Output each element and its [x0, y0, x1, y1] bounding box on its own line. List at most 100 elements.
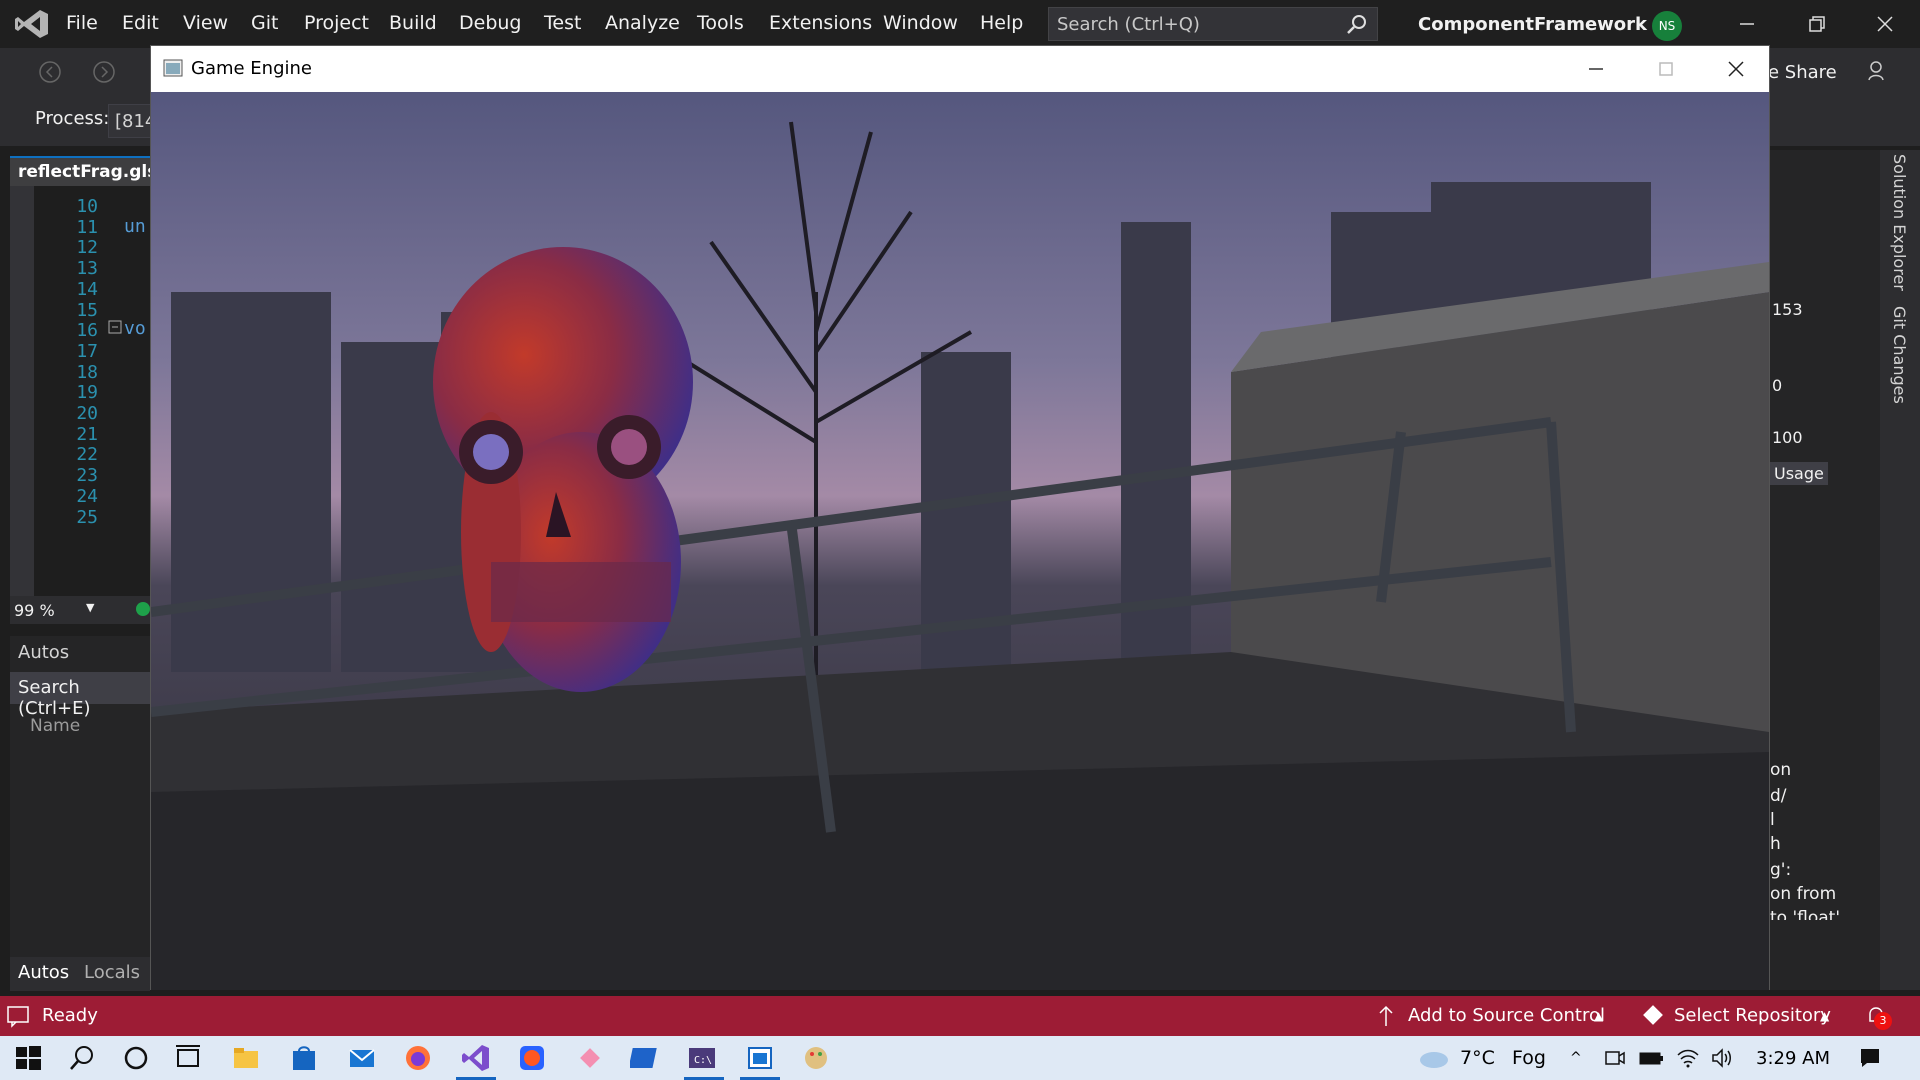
visual-studio-logo-icon[interactable] [14, 8, 50, 40]
select-repository-button[interactable]: Select Repository [1674, 1005, 1831, 1026]
game-minimize-icon[interactable] [1583, 56, 1609, 82]
menu-tools[interactable]: Tools [697, 12, 744, 34]
editor-tab[interactable]: reflectFrag.glsl [10, 156, 163, 186]
wifi-icon[interactable] [1676, 1046, 1700, 1070]
menu-git[interactable]: Git [251, 12, 278, 34]
menu-project[interactable]: Project [304, 12, 369, 34]
minimize-icon[interactable] [1733, 10, 1761, 38]
search-icon[interactable] [66, 1042, 98, 1074]
tray-overflow-icon[interactable]: ^ [1570, 1050, 1582, 1066]
menu-window[interactable]: Window [883, 12, 958, 34]
line-number: 11 [76, 216, 98, 238]
visual-studio-icon[interactable] [460, 1042, 492, 1074]
zoom-level[interactable]: 99 % [14, 601, 55, 620]
game-engine-window[interactable]: Game Engine [150, 45, 1770, 990]
weather-condition[interactable]: Fog [1512, 1047, 1546, 1069]
app-icon-diamond[interactable] [574, 1042, 606, 1074]
mail-icon[interactable] [346, 1042, 378, 1074]
game-render-viewport[interactable] [151, 92, 1769, 990]
zoom-dropdown-icon[interactable]: ▼ [86, 601, 94, 614]
menu-build[interactable]: Build [389, 12, 437, 34]
usage-tab[interactable]: Usage [1770, 462, 1828, 485]
caret-up-icon[interactable]: ▲ [1594, 1009, 1603, 1023]
line-number: 19 [76, 382, 98, 404]
menu-extensions[interactable]: Extensions [769, 12, 872, 34]
cortana-icon[interactable] [120, 1042, 152, 1074]
search-input[interactable]: Search (Ctrl+Q) [1048, 7, 1378, 41]
game-close-icon[interactable] [1723, 56, 1749, 82]
app-icon-orange[interactable] [516, 1042, 548, 1074]
menu-help[interactable]: Help [980, 12, 1023, 34]
menu-analyze[interactable]: Analyze [605, 12, 680, 34]
game-window-title: Game Engine [191, 58, 312, 79]
weather-cloud-icon[interactable] [1414, 1046, 1450, 1070]
line-number: 18 [76, 361, 98, 383]
weather-temperature[interactable]: 7°C [1460, 1047, 1495, 1069]
caret-up-icon[interactable]: ▲ [1820, 1009, 1829, 1023]
menu-test[interactable]: Test [544, 12, 581, 34]
live-share-button[interactable]: e Share [1768, 62, 1837, 83]
line-number: 12 [76, 237, 98, 259]
debug-tabs: Autos Locals [10, 957, 150, 991]
firefox-icon[interactable] [402, 1042, 434, 1074]
feedback-icon[interactable] [1866, 58, 1892, 84]
restore-icon[interactable] [1802, 10, 1830, 38]
paint-app-icon[interactable] [800, 1042, 832, 1074]
close-icon[interactable] [1871, 10, 1899, 38]
powershell-icon[interactable] [630, 1042, 662, 1074]
game-window-titlebar[interactable]: Game Engine [151, 46, 1769, 92]
no-issues-icon [136, 602, 150, 616]
add-to-source-control-button[interactable]: Add to Source Control [1408, 1005, 1605, 1026]
windows-start-icon[interactable] [12, 1042, 44, 1074]
meet-now-icon[interactable] [1604, 1048, 1626, 1068]
avatar[interactable]: NS [1652, 11, 1682, 41]
app-window-icon [163, 59, 183, 77]
console-icon[interactable]: C:\ [686, 1042, 718, 1074]
back-icon[interactable] [38, 60, 62, 84]
status-ready: Ready [42, 1005, 98, 1026]
tab-locals[interactable]: Locals [84, 962, 140, 983]
process-combo[interactable]: [814 [108, 104, 152, 138]
action-center-icon[interactable] [1858, 1046, 1882, 1070]
line-number: 25 [76, 506, 98, 528]
file-explorer-icon[interactable] [230, 1042, 262, 1074]
search-placeholder: Search (Ctrl+Q) [1057, 14, 1200, 35]
tab-solution-explorer[interactable]: Solution Explorer [1890, 154, 1909, 291]
windows-taskbar: C:\ 7°C Fog ^ 3:29 AM [0, 1036, 1920, 1080]
volume-icon[interactable] [1710, 1046, 1734, 1070]
editor-margin [10, 186, 34, 596]
process-label: Process: [35, 108, 110, 129]
forward-icon[interactable] [92, 60, 116, 84]
graph-value-153: 153 [1772, 300, 1803, 319]
code-line-15: vo [124, 318, 146, 339]
line-number: 24 [76, 485, 98, 507]
status-bar: Ready Add to Source Control ▲ Select Rep… [0, 996, 1920, 1036]
line-number: 22 [76, 444, 98, 466]
task-view-icon[interactable] [172, 1042, 204, 1074]
menu-bar: File Edit View Git Project Build Debug T… [0, 0, 1920, 48]
clock-time[interactable]: 3:29 AM [1756, 1048, 1830, 1069]
game-engine-taskbar-icon[interactable] [744, 1042, 776, 1074]
tab-autos[interactable]: Autos [18, 962, 69, 983]
line-number: 21 [76, 423, 98, 445]
line-number: 15 [76, 299, 98, 321]
output-line: on [1770, 760, 1792, 780]
collapse-icon[interactable] [108, 320, 122, 334]
menu-file[interactable]: File [66, 12, 98, 34]
git-repo-icon [1643, 1005, 1663, 1025]
battery-icon[interactable] [1638, 1048, 1664, 1068]
line-number: 14 [76, 278, 98, 300]
graph-value-0: 0 [1772, 376, 1783, 395]
store-icon[interactable] [288, 1042, 320, 1074]
line-number: 23 [76, 465, 98, 487]
tab-git-changes[interactable]: Git Changes [1890, 306, 1909, 404]
status-ready-icon [7, 1006, 29, 1028]
menu-debug[interactable]: Debug [459, 12, 521, 34]
autos-search-input[interactable]: Search (Ctrl+E) [10, 672, 150, 719]
arrow-up-icon [1379, 1005, 1393, 1026]
autos-title: Autos [18, 642, 70, 663]
line-number: 20 [76, 403, 98, 424]
game-maximize-icon[interactable] [1653, 56, 1679, 82]
menu-view[interactable]: View [183, 12, 228, 34]
menu-edit[interactable]: Edit [122, 12, 159, 34]
